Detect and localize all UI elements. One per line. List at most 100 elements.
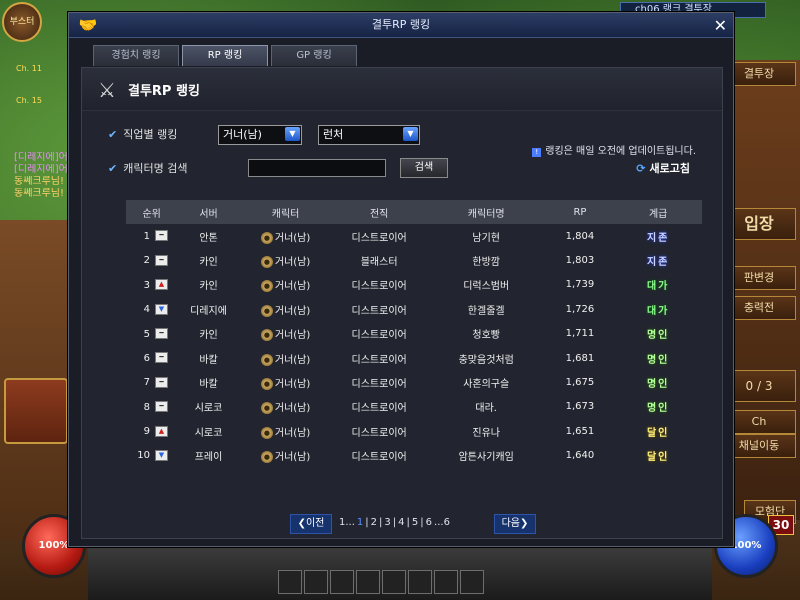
grade-badge: 달인 (646, 427, 670, 439)
cell-character-name: 충맞음것처럼 (458, 354, 514, 366)
page-link[interactable]: 5 (412, 517, 418, 528)
cell-rp: 1,726 (565, 303, 595, 315)
rank-down-icon: ▼ (155, 449, 168, 461)
player-avatar[interactable]: 부스터 (2, 2, 42, 42)
skill-slot[interactable] (356, 570, 380, 594)
grade-badge: 명인 (646, 330, 670, 342)
cell-rp: 1,675 (565, 377, 595, 389)
cell-server: 바칼 (199, 379, 218, 391)
update-notice: ! 랭킹은 매일 오전에 업데이트됩니다. (532, 142, 696, 157)
rank-number: 4 (143, 304, 150, 316)
cell-grade: 달인 (614, 444, 702, 468)
page-link[interactable]: 1 (357, 517, 363, 528)
cell-character: ● 거너(남) (240, 273, 332, 297)
cell-rp: 1,640 (565, 450, 595, 462)
cell-rp: 1,739 (565, 279, 595, 291)
prev-page-button[interactable]: ❮이전 (290, 514, 332, 534)
character-name-input[interactable] (248, 159, 386, 177)
cell-character: ● 거너(남) (240, 370, 332, 394)
table-row[interactable]: 8 ━ 시로코 ● 거너(남) 디스트로이어 대라. 1,673 명인 (126, 395, 702, 419)
skill-slot[interactable] (382, 570, 406, 594)
grade-badge: 대가 (646, 305, 670, 317)
cell-character-name: 암튼사기캐임 (458, 452, 514, 464)
header-job: 전직 (331, 200, 427, 224)
cell-grade: 명인 (614, 346, 702, 370)
channel-tag: Ch. 15 (16, 96, 42, 105)
skill-slot[interactable] (330, 570, 354, 594)
character-portrait-icon: ● (260, 426, 273, 439)
character-class: 거너(남) (274, 281, 311, 293)
tab-gp-ranking[interactable]: GP 랭킹 (271, 45, 357, 66)
skill-slot[interactable] (408, 570, 432, 594)
page-link[interactable]: 4 (398, 517, 404, 528)
character-class: 거너(남) (274, 354, 311, 366)
next-label: 다음 (501, 518, 520, 529)
cell-job: 블래스터 (360, 257, 398, 269)
page-link[interactable]: ...6 (434, 517, 450, 528)
table-row[interactable]: 6 ━ 바칼 ● 거너(남) 디스트로이어 충맞음것처럼 1,681 명인 (126, 346, 702, 370)
table-row[interactable]: 4 ▼ 디레지에 ● 거너(남) 디스트로이어 한겔줄겔 1,726 대가 (126, 297, 702, 321)
tab-rp-ranking[interactable]: RP 랭킹 (182, 45, 268, 66)
skill-slot[interactable] (460, 570, 484, 594)
cell-rank: 3 ▲ (126, 273, 177, 297)
close-icon[interactable]: ✕ (714, 14, 727, 38)
cell-grade: 명인 (614, 370, 702, 394)
dropdown-arrow-icon: ▼ (403, 127, 418, 141)
chevron-left-icon: ❮ (297, 518, 306, 529)
cell-rank: 9 ▲ (126, 419, 177, 443)
subclass-select[interactable]: 런처 ▼ (318, 125, 420, 145)
cell-grade: 명인 (614, 395, 702, 419)
rank-same-icon: ━ (155, 401, 168, 413)
table-row[interactable]: 9 ▲ 시로코 ● 거너(남) 디스트로이어 진유나 1,651 달인 (126, 419, 702, 443)
info-icon: ! (532, 148, 542, 157)
character-portrait-icon: ● (260, 304, 273, 317)
tab-exp-ranking[interactable]: 경험치 랭킹 (93, 45, 179, 66)
skill-slot[interactable] (434, 570, 458, 594)
cell-job: 디스트로이어 (351, 354, 407, 366)
cell-job: 디스트로이어 (351, 281, 407, 293)
cell-job: 디스트로이어 (351, 232, 407, 244)
search-button[interactable]: 검색 (400, 158, 448, 178)
cell-character: ● 거너(남) (240, 297, 332, 321)
table-row[interactable]: 2 ━ 카인 ● 거너(남) 블래스터 한방깜 1,803 지존 (126, 248, 702, 272)
character-portrait-icon: ● (260, 353, 273, 366)
page-link[interactable]: 3 (384, 517, 390, 528)
cell-grade: 명인 (614, 322, 702, 346)
grade-badge: 명인 (646, 354, 670, 366)
cell-character: ● 거너(남) (240, 346, 332, 370)
table-row[interactable]: 3 ▲ 카인 ● 거너(남) 디스트로이어 디럭스범버 1,739 대가 (126, 273, 702, 297)
grade-badge: 대가 (646, 281, 670, 293)
page-link[interactable]: 6 (426, 517, 432, 528)
rank-same-icon: ━ (155, 328, 168, 339)
next-page-button[interactable]: 다음❯ (494, 514, 536, 534)
skill-slot[interactable] (278, 570, 302, 594)
treasure-chest-decor (4, 378, 68, 444)
cell-character-name: 한방깜 (472, 257, 500, 269)
table-row[interactable]: 5 ━ 카인 ● 거너(남) 디스트로이어 청호빵 1,711 명인 (126, 322, 702, 346)
character-class: 거너(남) (274, 305, 311, 317)
skill-slot[interactable] (304, 570, 328, 594)
subclass-select-value: 런처 (323, 128, 344, 141)
grade-badge: 지존 (646, 257, 670, 269)
character-class: 거너(남) (274, 330, 311, 342)
rank-up-icon: ▲ (155, 279, 168, 291)
cell-character-name: 사혼의구슬 (463, 379, 510, 391)
page-link[interactable]: 2 (371, 517, 377, 528)
window-title: 결투RP 랭킹 (371, 18, 431, 31)
rank-number: 5 (143, 328, 150, 340)
window-titlebar[interactable]: 🤝 결투RP 랭킹 ✕ (69, 13, 733, 38)
table-row[interactable]: 7 ━ 바칼 ● 거너(남) 디스트로이어 사혼의구슬 1,675 명인 (126, 370, 702, 394)
rank-number: 2 (143, 255, 150, 267)
ranking-tabs: 경험치 랭킹 RP 랭킹 GP 랭킹 (93, 45, 360, 67)
page-separator: | (379, 517, 383, 528)
job-select[interactable]: 거너(남) ▼ (218, 125, 302, 145)
rank-down-icon: ▼ (155, 303, 168, 315)
cell-job: 디스트로이어 (351, 305, 407, 317)
refresh-button[interactable]: ⟳ 새로고침 (636, 160, 690, 176)
page-link[interactable]: 1... (339, 517, 355, 528)
table-row[interactable]: 1 ━ 안톤 ● 거너(남) 디스트로이어 남기현 1,804 지존 (126, 224, 702, 248)
cell-job: 디스트로이어 (351, 427, 407, 439)
cell-grade: 지존 (614, 248, 702, 272)
character-portrait-icon: ● (260, 231, 273, 244)
table-row[interactable]: 10 ▼ 프레이 ● 거너(남) 디스트로이어 암튼사기캐임 1,640 달인 (126, 444, 702, 468)
